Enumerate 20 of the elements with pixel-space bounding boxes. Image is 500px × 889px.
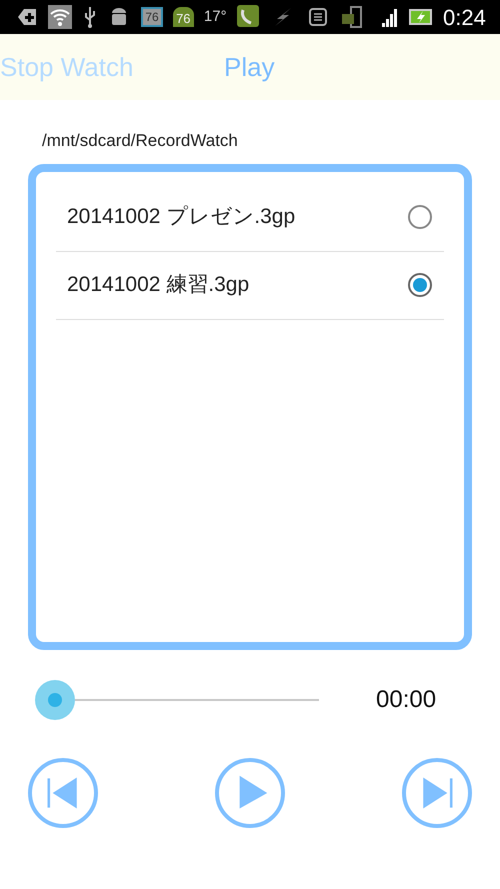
clock-text: 0:24 <box>442 4 486 32</box>
phone-icon <box>236 5 261 29</box>
wifi-icon <box>48 5 72 29</box>
cpu-temperature-badge: 76 <box>173 7 194 27</box>
previous-button[interactable] <box>28 758 98 828</box>
folder-path: /mnt/sdcard/RecordWatch <box>41 130 239 152</box>
weather-text: 17° <box>204 6 227 27</box>
radio-button[interactable] <box>408 205 432 229</box>
file-name: 20141002 プレゼン.3gp <box>67 204 296 230</box>
battery-temperature-badge: 76 <box>141 7 163 27</box>
file-name: 20141002 練習.3gp <box>67 272 250 298</box>
play-button[interactable] <box>215 758 285 828</box>
radio-button[interactable] <box>408 273 432 297</box>
file-list-item[interactable]: 20141002 プレゼン.3gp <box>56 184 444 252</box>
file-list-item[interactable]: 20141002 練習.3gp <box>56 252 444 320</box>
seek-thumb[interactable] <box>35 680 75 720</box>
elapsed-time: 00:00 <box>376 684 436 714</box>
next-button[interactable] <box>402 758 472 828</box>
usb-icon <box>82 5 97 29</box>
device-icon <box>340 5 364 29</box>
